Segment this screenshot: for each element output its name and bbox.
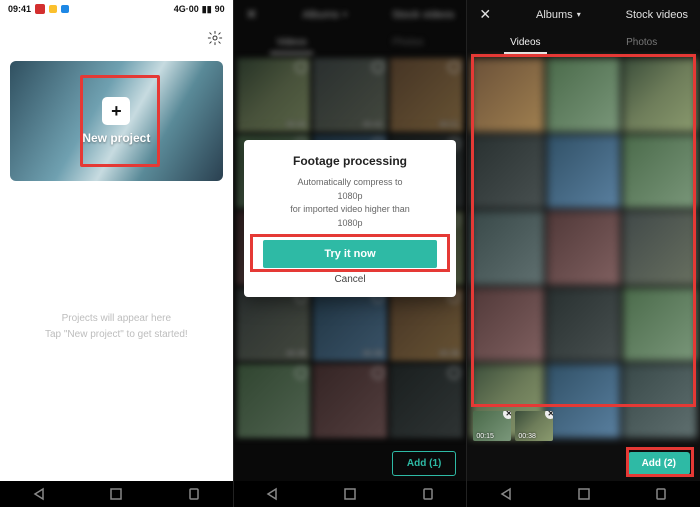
stock-videos-link[interactable]: Stock videos (626, 9, 688, 21)
remove-clip-icon[interactable]: ✕ (503, 411, 511, 419)
duration-label: 00:38 (518, 433, 536, 440)
settings-icon[interactable] (207, 30, 223, 51)
status-app-icon (49, 5, 57, 13)
status-network: 4G·00 (174, 4, 199, 14)
android-navbar (467, 481, 700, 507)
status-app-icon (35, 4, 45, 14)
annotation-highlight (626, 447, 694, 477)
dialog-body-line: for imported video higher than (290, 204, 410, 214)
empty-text-line: Projects will appear here (62, 311, 172, 327)
duration-label: 00:15 (476, 433, 494, 440)
dialog-body-line: 1080p (337, 191, 362, 201)
annotation-highlight (471, 54, 696, 407)
nav-recents-icon[interactable] (421, 487, 435, 501)
nav-home-icon[interactable] (109, 487, 123, 501)
footage-processing-dialog: Footage processing Automatically compres… (244, 140, 457, 297)
nav-recents-icon[interactable] (187, 487, 201, 501)
nav-back-icon[interactable] (265, 487, 279, 501)
dialog-body-line: 1080p (337, 218, 362, 228)
gallery-screen: ✕ Albums ▾ Stock videos Videos Photos (467, 0, 700, 481)
selected-clip[interactable]: ✕ 00:15 (473, 411, 511, 441)
empty-state: Projects will appear here Tap "New proje… (10, 181, 223, 473)
nav-home-icon[interactable] (343, 487, 357, 501)
gallery-topnav: ✕ Albums ▾ Stock videos (467, 0, 700, 29)
status-signal-icon: ▮▮ (202, 4, 212, 15)
home-screen: + New project Projects will appear here … (0, 18, 233, 481)
tab-videos[interactable]: Videos (504, 33, 546, 54)
bottom-action-bar: Add (1) (234, 445, 467, 481)
gallery-screen-dimmed: ✕ Albums ▾ Stock videos Videos Photos 00… (234, 0, 467, 481)
hero-banner: + New project (10, 61, 223, 181)
close-icon[interactable]: ✕ (479, 6, 491, 23)
add-button[interactable]: Add (1) (392, 451, 456, 476)
nav-recents-icon[interactable] (654, 487, 668, 501)
annotation-highlight (80, 75, 160, 167)
status-battery: 90 (215, 4, 225, 14)
status-app-icon (61, 5, 69, 13)
nav-back-icon[interactable] (499, 487, 513, 501)
dialog-body: Automatically compress to 1080p for impo… (254, 176, 447, 230)
android-navbar (234, 481, 467, 507)
nav-back-icon[interactable] (32, 487, 46, 501)
annotation-highlight (250, 234, 451, 272)
nav-home-icon[interactable] (577, 487, 591, 501)
selected-clips-strip: ✕ 00:15 ✕ 00:38 (473, 411, 553, 441)
status-bar: 09:41 4G·00 ▮▮ 90 (0, 0, 233, 18)
remove-clip-icon[interactable]: ✕ (545, 411, 553, 419)
cancel-link[interactable]: Cancel (254, 274, 447, 285)
selected-clip[interactable]: ✕ 00:38 (515, 411, 553, 441)
status-time: 09:41 (8, 4, 31, 14)
empty-text-line: Tap "New project" to get started! (45, 327, 188, 343)
android-navbar (0, 481, 233, 507)
chevron-down-icon: ▾ (577, 10, 581, 19)
albums-label: Albums (536, 9, 573, 21)
dialog-title: Footage processing (254, 154, 447, 168)
tab-photos[interactable]: Photos (620, 33, 663, 54)
dialog-body-line: Automatically compress to (297, 177, 402, 187)
albums-dropdown[interactable]: Albums ▾ (536, 9, 581, 21)
